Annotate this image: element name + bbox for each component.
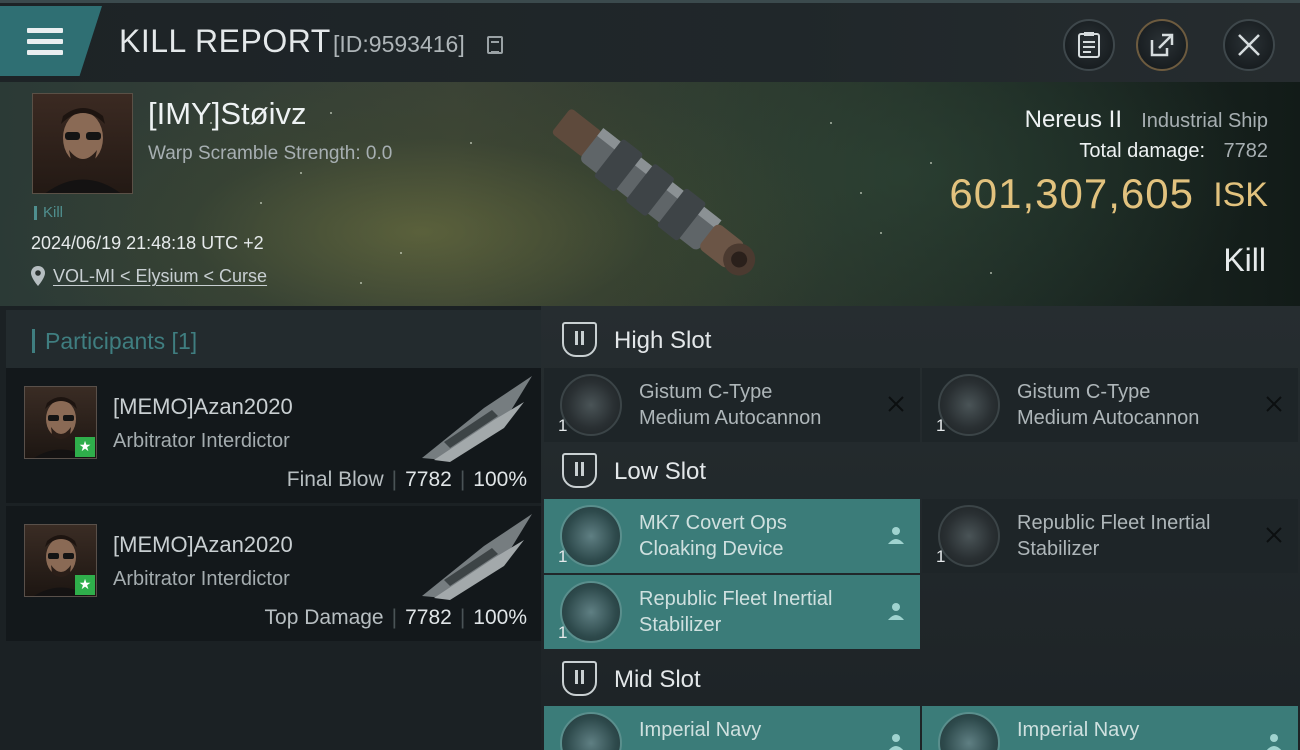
low-slot-header: Low Slot xyxy=(544,441,1300,501)
victim-ship-image xyxy=(552,109,756,276)
mid-slot-header: Mid Slot xyxy=(544,649,1300,709)
module-slot[interactable]: 1 MK7 Covert Ops Cloaking Device xyxy=(544,499,920,573)
dropped-person-icon xyxy=(1266,734,1282,750)
module-name: Gistum C-Type Medium Autocannon xyxy=(639,381,822,429)
participant-ship: Arbitrator Interdictor xyxy=(113,430,290,452)
kill-result-label: Kill xyxy=(1223,242,1266,278)
isk-value: 601,307,605 xyxy=(949,170,1194,217)
module-slot[interactable]: 1 Imperial Navy xyxy=(922,706,1298,750)
low-slot-label: Low Slot xyxy=(614,458,707,485)
module-quantity: 1 xyxy=(558,623,568,642)
module-name: MK7 Covert Ops Cloaking Device xyxy=(639,512,787,560)
module-quantity: 1 xyxy=(558,547,568,566)
slot-icon xyxy=(562,453,597,488)
module-name: Republic Fleet Inertial Stabilizer xyxy=(639,588,833,636)
close-icon xyxy=(1238,34,1260,56)
module-name: Imperial Navy xyxy=(1017,719,1140,741)
dropped-person-icon xyxy=(888,734,904,750)
victim-banner: [IMY]Støivz Warp Scramble Strength: 0.0 … xyxy=(0,82,1300,306)
close-button[interactable] xyxy=(1223,19,1275,71)
dropped-person-icon xyxy=(888,603,904,620)
total-damage-label: Total damage: xyxy=(1079,140,1205,162)
participant-row[interactable]: ★ [MEMO]Azan2020 Arbitrator Interdictor … xyxy=(6,506,541,641)
kill-location-link[interactable]: VOL-MI < Elysium < Curse xyxy=(53,266,267,287)
autocannon-icon xyxy=(560,374,622,436)
victim-name[interactable]: [IMY]Støivz xyxy=(148,96,306,132)
page-title: KILL REPORT xyxy=(119,23,331,59)
participant-ship-image xyxy=(422,514,532,600)
kill-timestamp: 2024/06/19 21:48:18 UTC +2 xyxy=(31,233,264,253)
star-badge-icon: ★ xyxy=(75,575,95,595)
destroyed-icon xyxy=(888,396,904,412)
participant-role: Final Blow xyxy=(286,468,384,491)
module-icon xyxy=(938,712,1000,750)
total-damage-value: 7782 xyxy=(1223,140,1269,162)
module-name: Republic Fleet Inertial Stabilizer xyxy=(1017,512,1211,560)
slot-icon xyxy=(562,661,597,696)
participant-damage-percent: 100% xyxy=(473,606,527,629)
participant-name[interactable]: [MEMO]Azan2020 xyxy=(113,532,293,558)
module-slot[interactable]: 1 Republic Fleet Inertial Stabilizer xyxy=(922,499,1298,573)
module-quantity: 1 xyxy=(558,416,568,435)
participant-row[interactable]: ★ [MEMO]Azan2020 Arbitrator Interdictor … xyxy=(6,368,541,503)
top-bar: KILL REPORT [ID:9593416] xyxy=(0,0,1300,82)
participant-stats: Final Blow | 7782 | 100% xyxy=(286,468,527,491)
module-slot[interactable]: 1 Gistum C-Type Medium Autocannon xyxy=(922,368,1298,442)
warp-scramble-strength: Warp Scramble Strength: 0.0 xyxy=(148,143,393,164)
share-button[interactable] xyxy=(1136,19,1188,71)
mid-slot-label: Mid Slot xyxy=(614,666,701,693)
inertial-stabilizer-icon xyxy=(938,505,1000,567)
module-quantity: 1 xyxy=(936,547,946,566)
star-badge-icon: ★ xyxy=(75,437,95,457)
dropped-person-icon xyxy=(888,527,904,544)
module-slot[interactable]: 1 Gistum C-Type Medium Autocannon xyxy=(544,368,920,442)
inertial-stabilizer-icon xyxy=(560,581,622,643)
autocannon-icon xyxy=(938,374,1000,436)
isk-unit: ISK xyxy=(1213,176,1268,214)
victim-avatar[interactable] xyxy=(32,93,133,194)
module-icon xyxy=(560,712,622,750)
high-slot-label: High Slot xyxy=(614,327,712,354)
slot-icon xyxy=(562,322,597,357)
module-name: Imperial Navy xyxy=(639,719,762,741)
destroyed-icon xyxy=(1266,396,1282,412)
destroyed-icon xyxy=(1266,527,1282,543)
module-name: Gistum C-Type Medium Autocannon xyxy=(1017,381,1200,429)
menu-button[interactable] xyxy=(0,6,102,76)
share-icon xyxy=(1150,33,1174,57)
menu-icon xyxy=(27,28,63,56)
cloaking-device-icon xyxy=(560,505,622,567)
participants-header: Participants [1] xyxy=(6,310,541,368)
module-quantity: 1 xyxy=(936,416,946,435)
victim-ship-class: Industrial Ship xyxy=(1141,110,1268,132)
module-slot[interactable]: 1 Republic Fleet Inertial Stabilizer xyxy=(544,575,920,649)
participant-stats: Top Damage | 7782 | 100% xyxy=(264,606,527,629)
participant-damage: 7782 xyxy=(405,606,452,629)
participant-name[interactable]: [MEMO]Azan2020 xyxy=(113,394,293,420)
participant-ship: Arbitrator Interdictor xyxy=(113,568,290,590)
location-pin-icon xyxy=(31,266,45,286)
participant-ship-image xyxy=(422,376,532,462)
high-slot-header: High Slot xyxy=(544,310,1300,370)
copy-icon[interactable] xyxy=(487,36,503,54)
module-slot[interactable]: 1 Imperial Navy xyxy=(544,706,920,750)
participant-damage: 7782 xyxy=(405,468,452,491)
clipboard-icon xyxy=(1078,32,1100,58)
kill-tag: Kill xyxy=(34,205,63,220)
report-id: [ID:9593416] xyxy=(333,31,465,57)
fitting-panel: High Slot 1 Gistum C-Type Medium Autocan… xyxy=(541,306,1300,750)
clipboard-button[interactable] xyxy=(1063,19,1115,71)
participants-title: Participants [1] xyxy=(32,329,197,353)
participant-damage-percent: 100% xyxy=(473,468,527,491)
participant-role: Top Damage xyxy=(264,606,384,629)
participants-panel: Participants [1] ★ [MEMO]Azan2020 Arbitr… xyxy=(0,306,541,750)
victim-ship-name[interactable]: Nereus II xyxy=(1025,106,1122,134)
